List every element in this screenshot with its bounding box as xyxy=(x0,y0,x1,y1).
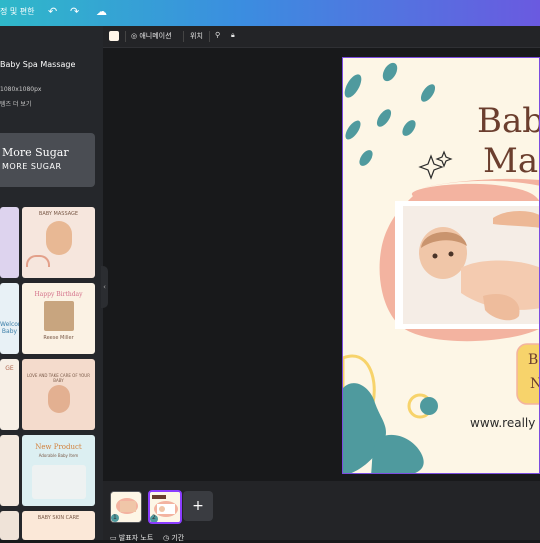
timer-icon: ◷ xyxy=(163,534,170,542)
font-preview-line1: More Sugar xyxy=(2,146,69,159)
page-thumbnail-selected[interactable]: 2 xyxy=(148,490,182,524)
baby-photo xyxy=(48,385,70,413)
add-page-button[interactable]: + xyxy=(183,491,213,521)
template-label: BABY SKIN CARE xyxy=(37,515,80,521)
animation-button[interactable]: ◎ 애니메이션 xyxy=(131,31,172,41)
template-label: Happy Birthday xyxy=(34,291,83,298)
background-color-swatch[interactable] xyxy=(109,31,119,41)
template-thumbnail[interactable] xyxy=(0,207,19,278)
toolbar-divider xyxy=(183,31,184,42)
template-thumbnail[interactable] xyxy=(0,511,19,540)
template-thumbnail[interactable]: GE xyxy=(0,359,19,430)
heading-line-1[interactable]: Bab xyxy=(477,102,539,140)
template-thumbnail[interactable]: Happy Birthday Reese Miller xyxy=(22,283,95,354)
website-text[interactable]: www.really xyxy=(470,416,535,430)
font-combination-card[interactable]: More Sugar MORE SUGAR xyxy=(0,133,95,187)
cloud-icon[interactable]: ☁ xyxy=(96,5,107,19)
rainbow-decoration xyxy=(26,255,50,267)
paint-roller-icon[interactable]: ⚲ xyxy=(215,31,220,39)
resize-menu[interactable]: 정 및 편한 xyxy=(0,6,35,17)
duration-button[interactable]: ◷ 기간 xyxy=(163,533,184,543)
notes-button[interactable]: ▭ 발표자 노트 xyxy=(110,533,153,543)
teal-drop-shape xyxy=(376,109,392,127)
heading-line-2[interactable]: Mas xyxy=(483,142,539,180)
template-label: Adorable Baby Item xyxy=(38,453,79,458)
lock-icon[interactable]: 🔒︎ xyxy=(231,31,235,40)
template-thumbnail[interactable]: Welcome Baby xyxy=(0,283,19,354)
page-number: 1 xyxy=(113,514,117,521)
duration-label: 기간 xyxy=(171,534,185,542)
page-navigator: 1 2 + ▭ 발표자 노트 ◷ 기간 xyxy=(103,481,540,543)
template-thumbnail[interactable]: New Product Adorable Baby Item xyxy=(22,435,95,506)
product-photo xyxy=(32,465,86,499)
animation-icon: ◎ xyxy=(131,32,138,40)
template-label: Welcome Baby xyxy=(0,321,19,335)
font-preview-line2: MORE SUGAR xyxy=(2,162,62,171)
collapse-panel-handle[interactable]: ‹ xyxy=(101,266,108,308)
template-label: Reese Miller xyxy=(43,335,74,341)
baby-photo xyxy=(44,301,74,331)
design-page[interactable]: Bab Mas B N www.really xyxy=(342,57,540,474)
template-more-link[interactable]: 템즈 더 보기 xyxy=(0,99,31,108)
notes-icon: ▭ xyxy=(110,534,117,542)
template-thumbnail[interactable]: LOVE AND TAKE CARE OF YOUR BABY xyxy=(22,359,95,430)
top-bar: 정 및 편한 ↶ ↷ ☁ xyxy=(0,0,540,26)
badge-line-1[interactable]: B xyxy=(528,352,538,368)
baby-eye xyxy=(448,251,454,257)
baby-eye xyxy=(432,253,438,259)
template-thumbnail[interactable] xyxy=(0,435,19,506)
baby-photo xyxy=(46,221,72,255)
template-label: GE xyxy=(5,365,14,372)
teal-blob-shape xyxy=(371,434,424,473)
teal-circle-shape xyxy=(420,397,438,415)
teal-drop-shape xyxy=(420,84,436,102)
teal-drop-shape xyxy=(402,120,416,136)
template-size: 1080x1080px xyxy=(0,86,42,93)
redo-icon[interactable]: ↷ xyxy=(70,5,79,19)
template-thumbnail[interactable]: BABY MASSAGE xyxy=(22,207,95,278)
toolbar-divider xyxy=(125,31,126,42)
page-number: 2 xyxy=(152,514,156,521)
teal-drop-shape xyxy=(344,74,362,98)
template-label: New Product xyxy=(35,443,82,451)
teal-drop-shape xyxy=(382,62,398,82)
position-button[interactable]: 위치 xyxy=(190,31,203,41)
page-thumbnail[interactable]: 1 xyxy=(110,491,142,523)
teal-drop-shape xyxy=(359,150,373,166)
template-label: BABY MASSAGE xyxy=(38,211,79,217)
animation-label: 애니메이션 xyxy=(139,32,172,40)
toolbar-divider xyxy=(209,31,210,42)
teal-drop-shape xyxy=(345,120,361,140)
template-title: Baby Spa Massage xyxy=(0,60,76,69)
context-toolbar: ◎ 애니메이션 위치 ⚲ 🔒︎ xyxy=(103,26,540,48)
notes-label: 발표자 노트 xyxy=(118,534,154,542)
template-label: LOVE AND TAKE CARE OF YOUR BABY xyxy=(27,373,90,383)
badge-line-2[interactable]: N xyxy=(530,376,539,392)
undo-icon[interactable]: ↶ xyxy=(48,5,57,19)
sparkle-shape xyxy=(435,150,453,168)
template-thumbnail[interactable]: BABY SKIN CARE xyxy=(22,511,95,540)
